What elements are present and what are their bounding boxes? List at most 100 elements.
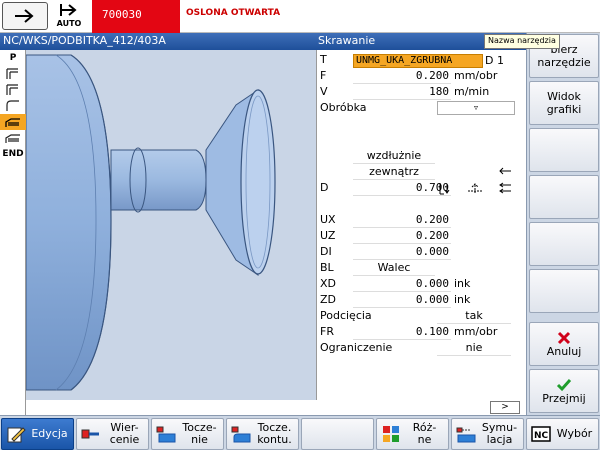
stock-removal-icon <box>5 118 20 127</box>
workpiece-3d-view <box>26 54 276 391</box>
param-row-limit: Ograniczenie nie <box>317 341 527 356</box>
param-label-fr: FR <box>320 325 334 338</box>
depth-compensation-icon[interactable] <box>467 181 483 195</box>
edit-softkey[interactable]: Edycja <box>1 418 74 450</box>
cutting-edge-number: D 1 <box>485 54 504 67</box>
xd-unit[interactable]: ink <box>454 277 470 290</box>
param-label-di: DI <box>320 245 332 258</box>
program-path: NC/WKS/PODBITKA_412/403A <box>3 34 166 47</box>
contour-turning-icon <box>231 426 251 443</box>
softkey-label: Tocze. kontu. <box>251 422 298 446</box>
turning-softkey[interactable]: Tocze-nie <box>151 418 224 450</box>
cycle-item-block-1[interactable] <box>0 66 26 82</box>
param-label-zd: ZD <box>320 293 337 306</box>
feed-field[interactable]: 0.200 <box>353 69 451 84</box>
param-row-ux: UX 0.200 <box>317 213 527 228</box>
param-label-v: V <box>320 85 328 98</box>
simulation-softkey[interactable]: Symu-lacja <box>451 418 524 450</box>
mode-label: AUTO <box>56 19 82 28</box>
feed-unit: mm/obr <box>454 69 498 82</box>
turning-icon <box>156 426 176 443</box>
accept-softkey[interactable]: Przejmij <box>529 369 599 413</box>
softkey-label: Wybór <box>556 427 593 440</box>
param-row-xd: XD 0.000 ink <box>317 277 527 292</box>
softkey-label: Symu-lacja <box>476 422 523 446</box>
param-row-depth: D 0.700 <box>317 181 527 196</box>
param-label-uz: UZ <box>320 229 336 242</box>
empty-softkey[interactable] <box>301 418 374 450</box>
cancel-softkey[interactable]: Anuluj <box>529 322 599 366</box>
softkey-line2: narzędzie <box>537 56 591 69</box>
param-row-speed: V 180 m/min <box>317 85 527 100</box>
tool-name-field[interactable]: UNMG_UKA_ZGRUBNA <box>353 54 483 68</box>
param-label-f: F <box>320 69 327 82</box>
scroll-right-button[interactable]: > <box>490 401 520 414</box>
title-bar: NC/WKS/PODBITKA_412/403A Skrawanie <box>0 33 526 50</box>
cycle-item-end[interactable]: END <box>0 146 26 162</box>
check-icon <box>556 378 572 391</box>
blank-allowance-x-field[interactable]: 0.000 <box>353 277 451 292</box>
drill-cycle-icon <box>6 84 18 95</box>
cycle-item-block-2[interactable] <box>0 82 26 98</box>
nc-select-icon: NC <box>531 426 551 442</box>
cycle-item-block-3[interactable] <box>0 98 26 114</box>
cycle-item-stock-removal-2[interactable] <box>0 130 26 146</box>
cycle-label: P <box>9 53 17 63</box>
dialog-title: Skrawanie <box>318 34 376 47</box>
back-button[interactable] <box>2 2 48 30</box>
speed-unit: m/min <box>454 85 490 98</box>
param-row-fr: FR 0.100 mm/obr <box>317 325 527 340</box>
position-toggle[interactable]: zewnątrz <box>353 165 435 180</box>
undercut-feed-field[interactable]: 0.100 <box>353 325 451 340</box>
select-softkey[interactable]: NC Wybór <box>526 418 599 450</box>
finishing-allowance-z-field[interactable]: 0.200 <box>353 229 451 244</box>
param-label-machining: Obróbka <box>320 101 367 114</box>
infeed-arrow-icon <box>497 164 513 178</box>
cycle-item-stock-removal[interactable] <box>0 114 26 130</box>
empty-softkey-4[interactable] <box>529 175 599 219</box>
param-label-undercuts: Podcięcia <box>320 309 372 322</box>
machining-dropdown[interactable]: ▿ <box>437 101 515 115</box>
softkey-label: Edycja <box>31 427 68 440</box>
cycle-item-program-header[interactable]: P <box>0 50 26 66</box>
param-label-d: D <box>320 181 329 194</box>
limit-toggle[interactable]: nie <box>437 341 511 356</box>
param-row-machining: Obróbka ▿ <box>317 101 527 116</box>
param-row-tool: T UNMG_UKA_ZGRUBNA D 1 <box>317 53 527 68</box>
zd-unit[interactable]: ink <box>454 293 470 306</box>
cycle-label: END <box>2 149 24 159</box>
stock-removal-icon <box>5 134 20 143</box>
softkey-label: Przejmij <box>542 391 586 405</box>
finishing-allowance-x-field[interactable]: 0.200 <box>353 213 451 228</box>
undercuts-toggle[interactable]: tak <box>437 309 511 324</box>
misc-softkey[interactable]: Róż-ne <box>376 418 449 450</box>
empty-softkey-5[interactable] <box>529 222 599 266</box>
remove-residual-icon[interactable] <box>497 181 513 195</box>
param-label-bl: BL <box>320 261 334 274</box>
graphic-view-softkey[interactable]: Widok grafiki <box>529 81 599 125</box>
empty-softkey-3[interactable] <box>529 128 599 172</box>
softkey-line2: lacja <box>486 433 513 446</box>
empty-softkey-6[interactable] <box>529 269 599 313</box>
svg-text:NC: NC <box>534 431 549 441</box>
auto-mode-icon <box>60 4 77 16</box>
param-row-feed: F 0.200 mm/obr <box>317 69 527 84</box>
contour-turning-softkey[interactable]: Tocze. kontu. <box>226 418 299 450</box>
param-row-undercuts: Podcięcia tak <box>317 309 527 324</box>
tool-name-tooltip: Nazwa narzędzia <box>484 34 560 49</box>
cutting-speed-field[interactable]: 180 <box>353 85 451 100</box>
alarm-number[interactable]: 700030 <box>92 0 180 33</box>
direction-toggle[interactable]: wzdłużnie <box>353 149 435 164</box>
softkey-label: Tocze-nie <box>176 422 223 446</box>
interrupted-cut-field[interactable]: 0.000 <box>353 245 451 260</box>
softkey-line2: kontu. <box>257 433 292 446</box>
drilling-softkey[interactable]: Wier-cenie <box>76 418 149 450</box>
parameter-panel: T UNMG_UKA_ZGRUBNA D 1 F 0.200 mm/obr V … <box>316 50 526 400</box>
softkey-label: Wier-cenie <box>101 422 148 446</box>
cycle-strip: P END <box>0 50 26 415</box>
softkey-label: Róż-ne <box>401 422 448 446</box>
blank-allowance-z-field[interactable]: 0.000 <box>353 293 451 308</box>
blank-type-toggle[interactable]: Walec <box>353 261 435 276</box>
softkey-line2: nie <box>191 433 208 446</box>
axial-infeed-icon[interactable] <box>437 181 453 195</box>
